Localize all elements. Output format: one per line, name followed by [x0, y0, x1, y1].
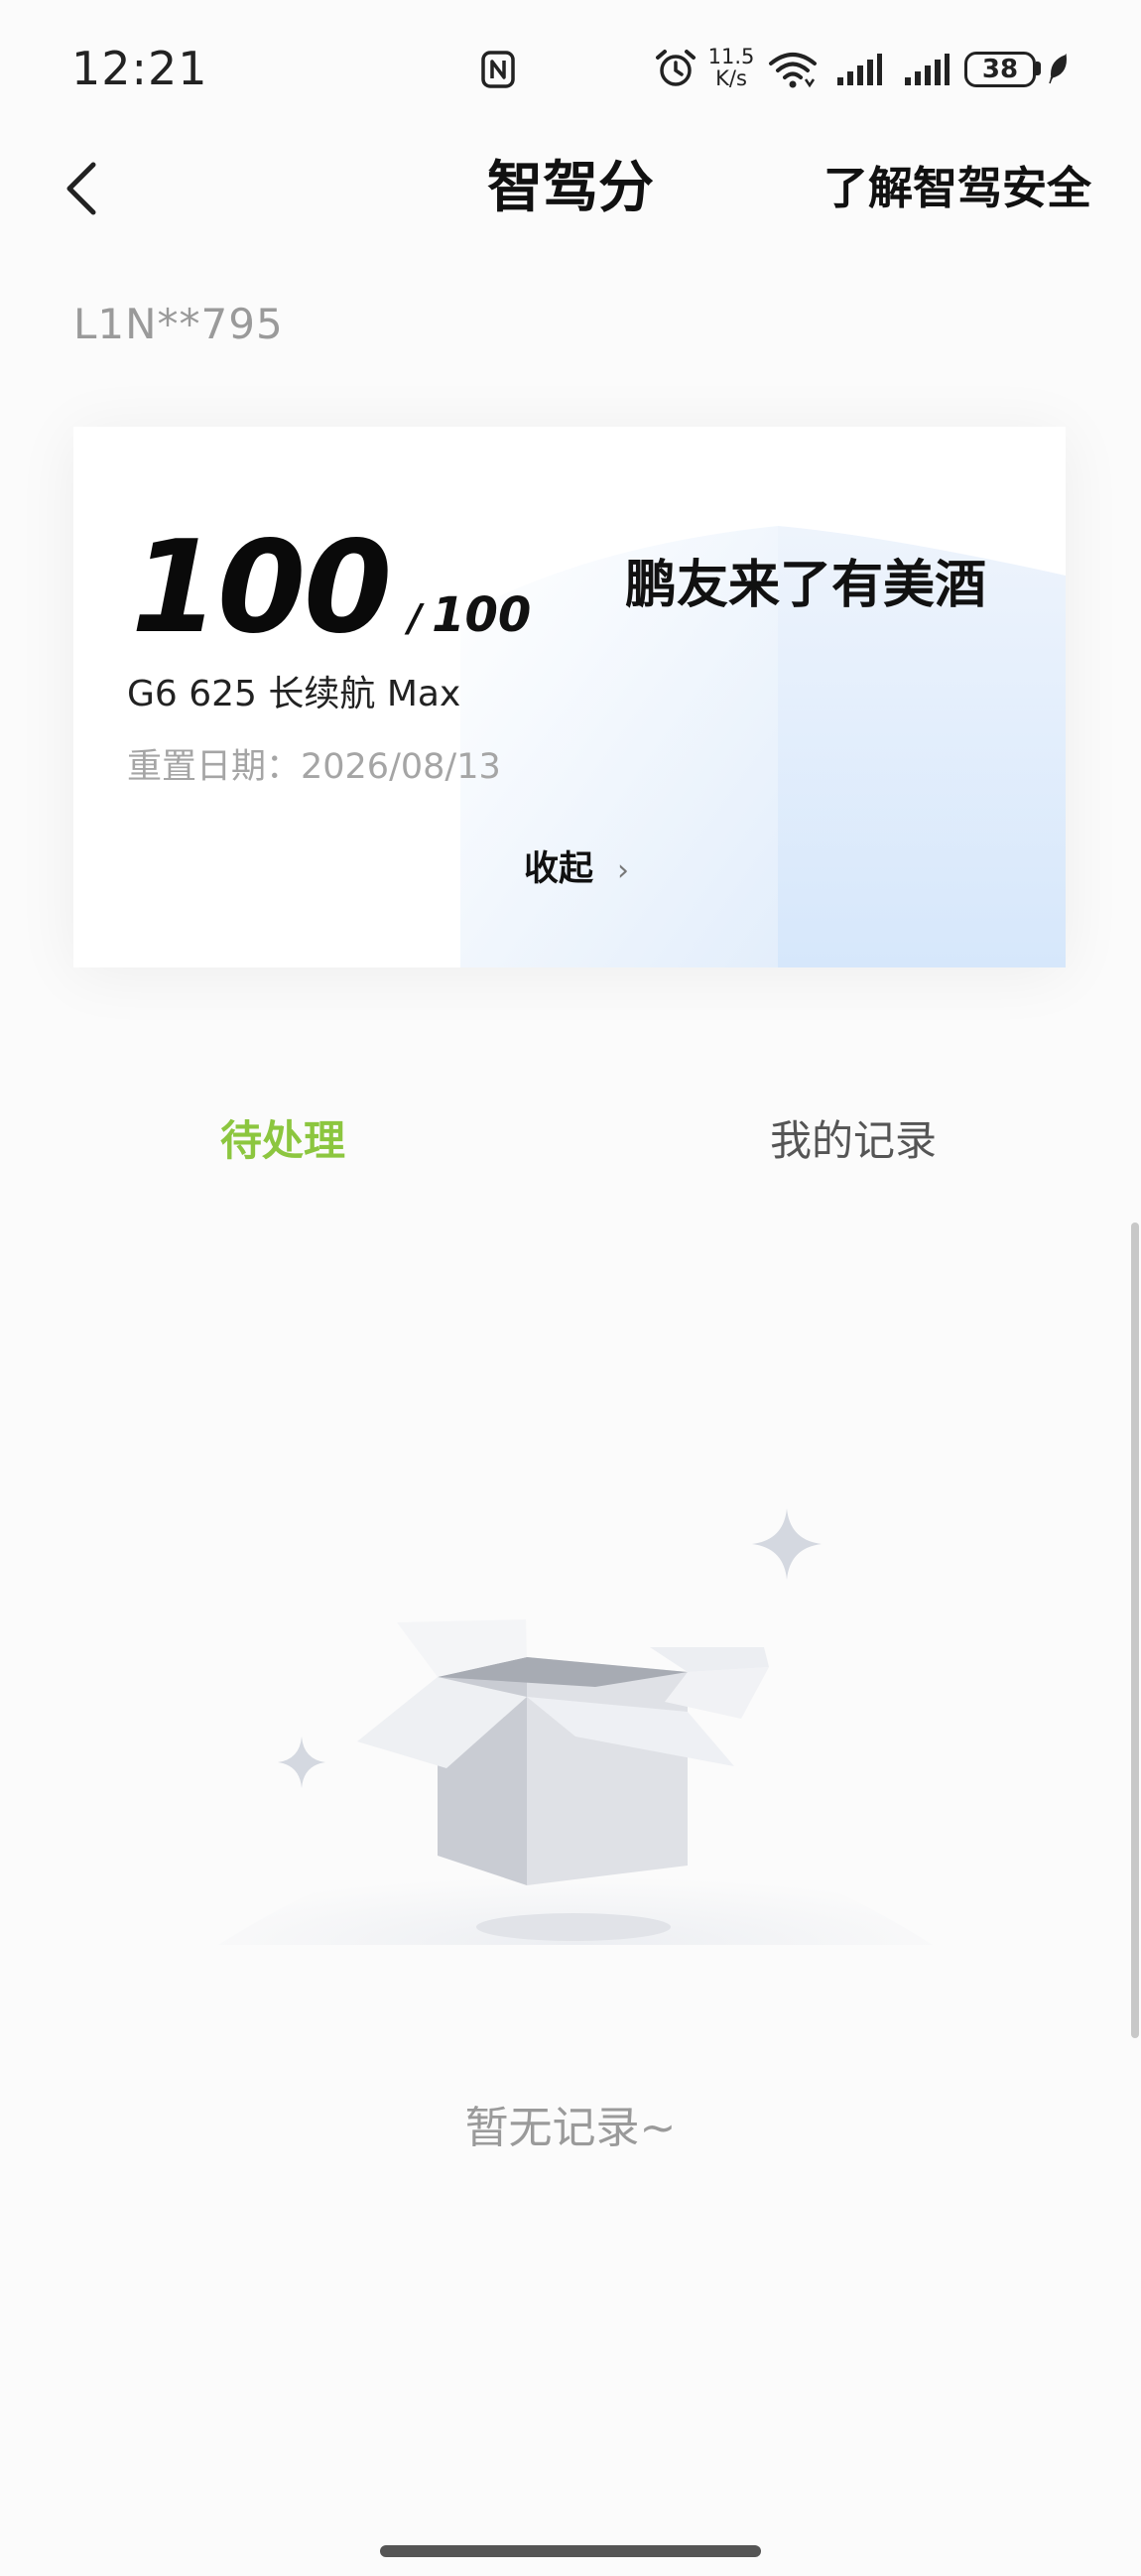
score-separator: /	[408, 596, 423, 640]
learn-smart-driving-safety-link[interactable]: 了解智驾安全	[824, 157, 1091, 220]
battery-tip	[1036, 62, 1041, 75]
net-speed-unit: K/s	[715, 66, 747, 90]
scrollbar[interactable]	[1131, 1223, 1139, 2038]
score-row: 100/100	[131, 524, 531, 653]
alarm-icon	[656, 50, 696, 86]
car-model: G6 625 长续航 Max	[127, 674, 461, 714]
empty-box-illustration	[218, 1508, 933, 1945]
leaf-icon	[1049, 54, 1067, 84]
score-total: 100	[432, 587, 532, 643]
wifi-icon	[769, 53, 817, 88]
home-indicator[interactable]	[380, 2545, 761, 2557]
status-time: 12:21	[71, 42, 208, 95]
tab-pending[interactable]: 待处理	[220, 1111, 345, 1171]
chevron-right-icon: ›	[617, 853, 630, 888]
signal-icon	[837, 54, 882, 85]
status-bar: 12:21 11.5 K/s 38	[0, 0, 1141, 139]
collapse-button[interactable]: 收起 ›	[524, 845, 629, 895]
net-speed: 11.5 K/s	[706, 46, 756, 89]
license-plate: L1N**795	[73, 300, 284, 348]
empty-state-message: 暂无记录~	[464, 2103, 677, 2153]
tab-my-records[interactable]: 我的记录	[770, 1111, 937, 1171]
nfc-icon	[481, 51, 515, 88]
collapse-label: 收起	[524, 849, 594, 889]
battery-icon: 38	[964, 52, 1036, 87]
slogan-text: 鹏友来了有美酒	[625, 556, 987, 615]
reset-date: 重置日期：2026/08/13	[127, 747, 501, 787]
signal-icon	[905, 54, 950, 85]
score-value: 100	[131, 514, 392, 662]
score-card: 100/100 鹏友来了有美酒 G6 625 长续航 Max 重置日期：2026…	[73, 427, 1066, 967]
net-speed-value: 11.5	[707, 45, 755, 68]
